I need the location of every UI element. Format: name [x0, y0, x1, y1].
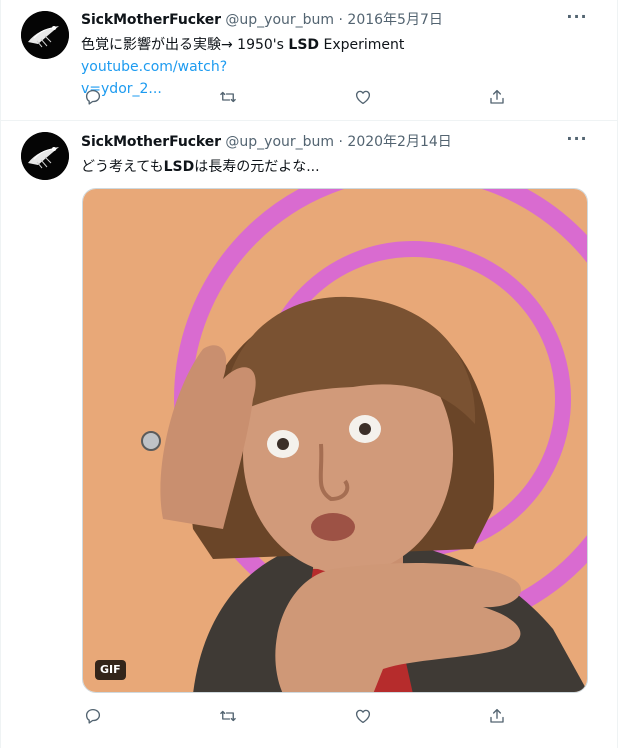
reply-icon[interactable]	[81, 704, 105, 728]
gif-image	[83, 189, 587, 692]
reply-icon[interactable]	[81, 85, 105, 109]
tweet-text-bold: LSD	[163, 159, 195, 175]
gif-media[interactable]: GIF	[82, 188, 588, 693]
tweet-actions	[81, 704, 521, 728]
tweet-date[interactable]: 2016年5月7日	[347, 12, 442, 28]
tweet-header: SickMotherFucker @up_your_bum · 2016年5月7…	[81, 10, 578, 30]
tweet-text-bold: LSD	[288, 37, 320, 53]
gif-badge: GIF	[95, 660, 126, 680]
tweet-text-part: は長寿の元だよな...	[194, 159, 320, 175]
retweet-icon[interactable]	[216, 85, 240, 109]
tweet-text-part: どう考えても	[81, 159, 164, 175]
author-name[interactable]: SickMotherFucker	[81, 12, 221, 28]
author-handle[interactable]: @up_your_bum	[225, 12, 334, 28]
tweet[interactable]: SickMotherFucker @up_your_bum · 2016年5月7…	[1, 0, 618, 121]
tweet-actions	[81, 85, 521, 109]
like-icon[interactable]	[351, 704, 375, 728]
avatar[interactable]	[21, 132, 69, 180]
tweet-header: SickMotherFucker @up_your_bum · 2020年2月1…	[81, 132, 578, 152]
more-icon[interactable]: ···	[566, 9, 588, 30]
tweet-link[interactable]: youtube.com/watch?	[81, 59, 227, 75]
author-handle[interactable]: @up_your_bum	[225, 134, 334, 150]
avatar-image	[21, 132, 69, 180]
tweet-text-part: Experiment	[319, 37, 405, 53]
share-icon[interactable]	[485, 85, 509, 109]
retweet-icon[interactable]	[216, 704, 240, 728]
author-name[interactable]: SickMotherFucker	[81, 134, 221, 150]
avatar-image	[21, 11, 69, 59]
share-icon[interactable]	[485, 704, 509, 728]
like-icon[interactable]	[351, 85, 375, 109]
avatar[interactable]	[21, 11, 69, 59]
separator: ·	[338, 134, 343, 150]
tweet-date[interactable]: 2020年2月14日	[347, 134, 451, 150]
separator: ·	[338, 12, 343, 28]
tweet-text: どう考えてもLSDは長寿の元だよな...	[81, 156, 551, 178]
more-icon[interactable]: ···	[566, 131, 588, 152]
tweet[interactable]: SickMotherFucker @up_your_bum · 2020年2月1…	[1, 121, 618, 748]
tweet-text-part: 色覚に影響が出る実験→ 1950's	[81, 37, 289, 53]
timeline: SickMotherFucker @up_your_bum · 2016年5月7…	[0, 0, 618, 748]
